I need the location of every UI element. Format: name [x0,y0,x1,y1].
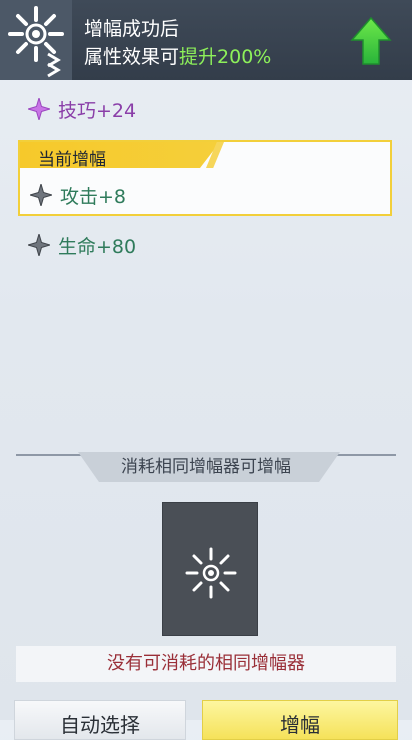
amplifier-emblem [0,0,72,80]
header-bar: 增幅成功后 属性效果可提升200% [0,0,412,80]
current-amplify-box: 当前增幅 攻击+8 [18,140,392,216]
amplifier-slot-icon [185,547,237,599]
stat-life-label: 生命+80 [58,235,137,258]
consume-banner-text: 消耗相同增幅器可增幅 [121,457,291,477]
purple-star-icon [28,98,50,120]
stat-row-attack: 攻击+8 [30,180,126,210]
amplify-button[interactable]: 增幅 [202,700,398,740]
amplifier-emblem-icon [8,6,64,78]
stat-row-skill: 技巧+24 [28,94,136,124]
up-arrow-icon [350,16,392,65]
stat-attack-label: 攻击+8 [60,185,127,208]
header-subtitle-highlight: 提升200% [179,46,272,68]
stat-row-life: 生命+80 [28,230,136,260]
current-amplify-label: 当前增幅 [38,150,106,170]
consume-slot[interactable] [162,502,258,636]
gray-star-icon [28,234,50,256]
header-title: 增幅成功后 [84,18,180,40]
header-subtitle: 属性效果可提升200% [84,42,271,69]
auto-select-button[interactable]: 自动选择 [14,700,186,740]
gray-star-icon [30,184,52,206]
header-subtitle-prefix: 属性效果可 [84,46,180,68]
stat-skill-label: 技巧+24 [58,99,137,122]
no-consumable-notice: 没有可消耗的相同增幅器 [16,646,396,682]
